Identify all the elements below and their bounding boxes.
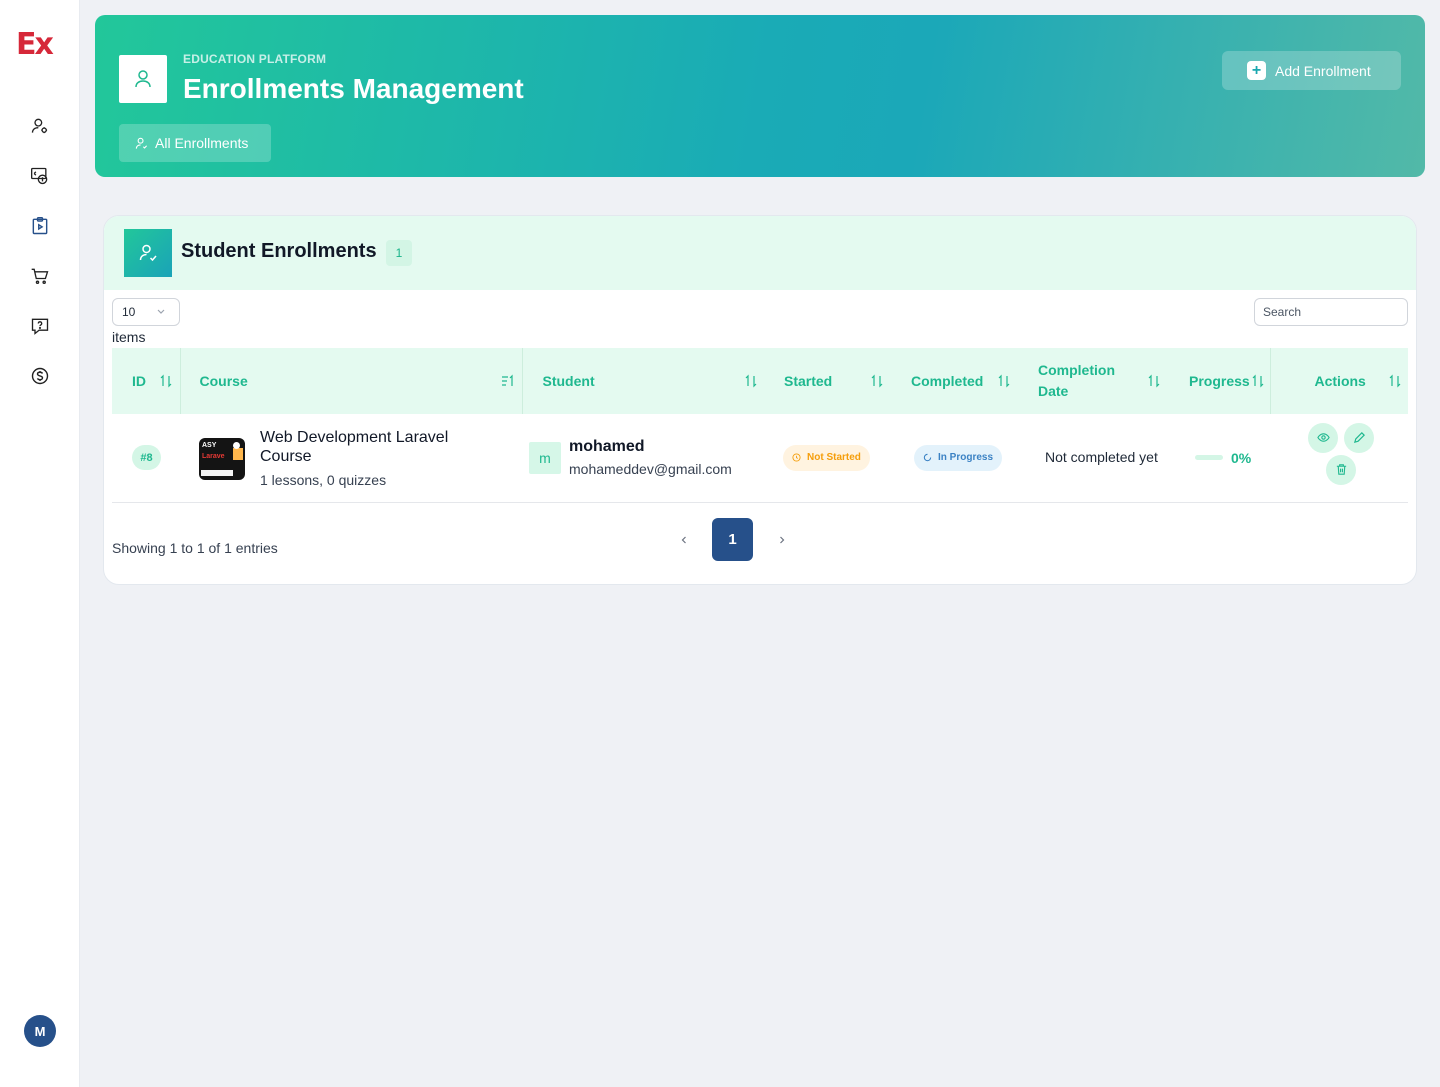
column-course[interactable]: Course bbox=[180, 348, 523, 414]
page-size-value: 10 bbox=[122, 305, 136, 319]
pagination-next-button[interactable] bbox=[772, 530, 792, 550]
enrollment-count-badge: 1 bbox=[386, 240, 412, 266]
user-settings-icon[interactable] bbox=[28, 114, 52, 138]
add-enrollment-button[interactable]: + Add Enrollment bbox=[1222, 51, 1401, 90]
sort-icon bbox=[1389, 374, 1400, 388]
column-actions[interactable]: Actions bbox=[1270, 348, 1408, 414]
trash-icon bbox=[1336, 464, 1346, 475]
dollar-circle-icon[interactable] bbox=[28, 364, 52, 388]
table-row: #8 ASY Larave Web Development Laravel Cou… bbox=[112, 414, 1408, 502]
brand-logo[interactable]: Ex bbox=[16, 28, 54, 62]
add-enrollment-label: Add Enrollment bbox=[1275, 62, 1371, 79]
pagination-page-current[interactable]: 1 bbox=[712, 518, 753, 561]
sort-ascending-icon bbox=[501, 374, 513, 386]
view-button[interactable] bbox=[1308, 422, 1338, 453]
pagination-prev-button[interactable] bbox=[674, 530, 694, 550]
sort-icon bbox=[745, 374, 756, 388]
column-started[interactable]: Started bbox=[772, 348, 899, 414]
started-status-badge: Not Started bbox=[783, 444, 870, 471]
money-transfer-icon[interactable] bbox=[28, 164, 52, 188]
enrollment-id-badge: #8 bbox=[132, 445, 161, 471]
column-completion-date[interactable]: Completion Date bbox=[1027, 348, 1177, 414]
sort-icon bbox=[998, 374, 1010, 388]
enrollment-user-icon bbox=[119, 55, 167, 103]
page-title: Enrollments Management bbox=[183, 73, 524, 104]
course-thumbnail: ASY Larave bbox=[199, 437, 245, 480]
spinner-icon bbox=[923, 454, 932, 462]
course-clipboard-icon[interactable] bbox=[28, 214, 52, 238]
enrollments-card: Student Enrollments 1 10 items ID Course… bbox=[103, 215, 1417, 585]
column-progress[interactable]: Progress bbox=[1177, 348, 1271, 414]
student-email: mohameddev@gmail.com bbox=[569, 461, 732, 478]
tab-label: All Enrollments bbox=[155, 135, 249, 151]
cart-icon[interactable] bbox=[28, 264, 52, 288]
edit-button[interactable] bbox=[1344, 422, 1374, 453]
tab-all-enrollments[interactable]: All Enrollments bbox=[119, 124, 271, 162]
card-title: Student Enrollments bbox=[181, 240, 377, 262]
delete-button[interactable] bbox=[1326, 454, 1356, 485]
sort-icon bbox=[160, 374, 172, 388]
sort-icon bbox=[871, 374, 883, 388]
progress-bar bbox=[1195, 455, 1223, 461]
entries-summary: Showing 1 to 1 of 1 entries bbox=[112, 540, 278, 556]
search-input[interactable] bbox=[1254, 298, 1408, 326]
progress-indicator: 0% bbox=[1177, 450, 1270, 466]
page-kicker: EDUCATION PLATFORM bbox=[183, 52, 327, 66]
pencil-icon bbox=[1353, 432, 1365, 444]
sort-icon bbox=[1148, 374, 1160, 388]
plus-icon: + bbox=[1247, 61, 1266, 80]
course-meta: 1 lessons, 0 quizzes bbox=[260, 471, 387, 488]
page-size-select[interactable]: 10 bbox=[112, 298, 180, 326]
course-name[interactable]: Web Development Laravel Course bbox=[260, 428, 480, 466]
table-header-row: ID Course Student Started Completed Comp… bbox=[112, 348, 1408, 414]
card-header: Student Enrollments 1 bbox=[104, 216, 1416, 290]
user-avatar[interactable]: M bbox=[24, 1015, 56, 1047]
enrollments-table: ID Course Student Started Completed Comp… bbox=[112, 348, 1408, 503]
student-avatar: m bbox=[529, 441, 561, 474]
chevron-left-icon bbox=[681, 536, 686, 544]
clock-icon bbox=[792, 453, 801, 462]
user-check-icon bbox=[124, 229, 172, 277]
completion-date: Not completed yet bbox=[1045, 449, 1158, 466]
chevron-down-icon bbox=[157, 309, 165, 314]
column-student[interactable]: Student bbox=[522, 348, 772, 414]
row-actions bbox=[1270, 422, 1408, 493]
user-check-icon bbox=[135, 137, 148, 149]
sort-icon bbox=[1252, 374, 1264, 388]
chevron-right-icon bbox=[780, 536, 785, 544]
student-name: mohamed bbox=[569, 438, 645, 456]
sidebar: Ex M bbox=[0, 0, 80, 1087]
column-completed[interactable]: Completed bbox=[899, 348, 1027, 414]
page-header-banner: EDUCATION PLATFORM Enrollments Managemen… bbox=[95, 15, 1425, 177]
page-size-label: items bbox=[112, 329, 146, 345]
column-id[interactable]: ID bbox=[112, 348, 181, 414]
completed-status-badge: In Progress bbox=[914, 444, 1003, 471]
eye-icon bbox=[1316, 433, 1330, 443]
progress-percent: 0% bbox=[1231, 449, 1252, 466]
help-message-icon[interactable] bbox=[28, 314, 52, 338]
